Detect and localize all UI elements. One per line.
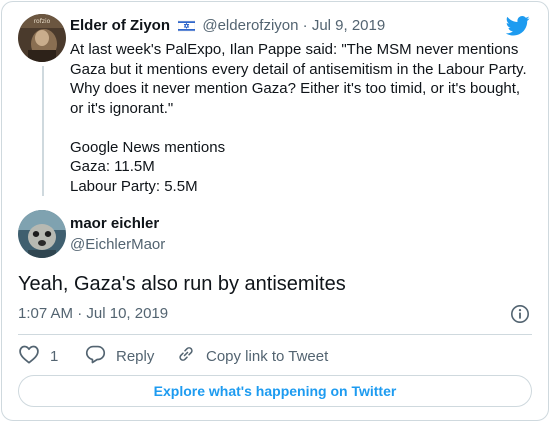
like-button[interactable]: 1 [18,344,58,368]
explore-twitter-button[interactable]: Explore what's happening on Twitter [18,375,532,407]
parent-tweet-date[interactable]: Jul 9, 2019 [312,17,385,34]
reply-timestamp[interactable]: 1:07 AM · Jul 10, 2019 [18,304,168,324]
heart-icon [18,344,50,368]
reply-author-avatar[interactable] [18,210,66,258]
tweet-text-line: Google News mentions [70,138,226,156]
tweet-text-line: Labour Party: 5.5M [70,177,198,195]
tweet-text-line: Gaza but it mentions every detail of ant… [70,60,527,78]
info-icon[interactable] [510,304,530,329]
parent-author-row: Elder of Ziyon @elderofziyon · Jul 9, 20… [70,16,385,38]
parent-author-handle[interactable]: @elderofziyon [202,17,298,34]
like-count: 1 [50,347,59,365]
time-date-separator: · [77,305,83,322]
reply-author-name[interactable]: maor eichler [70,214,159,234]
reply-author-handle[interactable]: @EichlerMaor [70,235,165,255]
parent-tweet-text: At last week's PalExpo, Ilan Pappe said:… [70,40,532,196]
tweet-text-blank-line [70,118,532,138]
tweet-text-line: or it's ignorant." [70,99,174,117]
reply-author-header: maor eichler @EichlerMaor [18,208,538,260]
reply-bubble-icon [85,344,116,368]
twitter-bird-icon[interactable] [505,16,530,41]
reply-label: Reply [116,347,155,365]
divider [18,334,532,335]
reply-tweet-text: Yeah, Gaza's also run by antisemites [18,273,346,295]
link-icon [176,344,206,368]
tweet-text-line: At last week's PalExpo, Ilan Pappe said:… [70,41,519,58]
tweet-text-line: Gaza: 11.5M [70,158,155,175]
copy-link-label: Copy link to Tweet [206,347,329,365]
copy-link-button[interactable]: Copy link to Tweet [176,344,328,368]
reply-time[interactable]: 1:07 AM [18,305,73,322]
handle-date-separator: · [302,17,308,34]
thread-connector-line [42,66,44,196]
parent-author-name[interactable]: Elder of Ziyon [70,17,170,34]
israel-flag-icon [177,18,196,38]
embedded-tweet-card[interactable]: rofzio Elder of Ziyon @elderofziyon · Ju… [1,1,549,421]
reply-date[interactable]: Jul 10, 2019 [86,305,168,322]
avatar-watermark-text: rofzio [34,18,51,25]
tweet-text-line: Why does it never mention Gaza? Either i… [70,80,521,97]
parent-author-avatar[interactable]: rofzio [18,14,66,62]
reply-button[interactable]: Reply [85,344,154,368]
